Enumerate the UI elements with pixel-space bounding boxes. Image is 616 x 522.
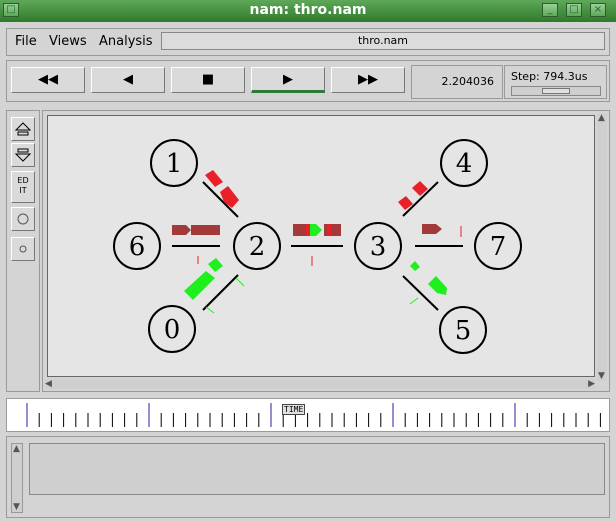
rewind-icon: ◀◀	[38, 72, 58, 87]
packet	[306, 224, 310, 236]
monitor-scrollbar[interactable]: ▲ ▼	[11, 443, 23, 513]
packet	[208, 258, 223, 272]
zoom-in-icon	[14, 122, 32, 136]
circle-small-icon	[19, 245, 27, 253]
packet	[220, 186, 239, 208]
back-icon: ◀	[123, 72, 133, 87]
step-label: Step: 794.3us	[511, 70, 588, 83]
node-label: 4	[456, 149, 473, 179]
circle-large-icon	[17, 213, 29, 225]
packet	[205, 170, 223, 187]
step-back-button[interactable]: ◀	[91, 67, 165, 93]
stop-icon: ■	[201, 72, 215, 87]
stop-button[interactable]: ■	[171, 67, 245, 93]
minimize-button[interactable]: _	[542, 3, 558, 17]
rewind-button[interactable]: ◀◀	[11, 67, 85, 93]
packet	[410, 261, 420, 271]
packet	[191, 225, 220, 235]
node-label: 3	[370, 232, 387, 262]
scroll-left-icon[interactable]: ◀	[45, 379, 52, 389]
horizontal-scrollbar[interactable]: ◀ ▶	[45, 379, 595, 389]
packet	[310, 224, 322, 236]
scroll-down-icon[interactable]: ▼	[13, 502, 20, 512]
edit-label: EDIT	[17, 176, 29, 195]
node-label: 2	[249, 232, 266, 262]
node-3[interactable]: 3	[354, 222, 402, 270]
node-label: 1	[166, 149, 183, 179]
node-5[interactable]: 5	[439, 306, 487, 354]
node-0[interactable]: 0	[148, 305, 196, 353]
timeline-ticks	[26, 403, 601, 427]
network-graph: 1 6 2 0 3 4 7 5	[113, 139, 522, 354]
play-button[interactable]: ▶	[251, 67, 325, 93]
packet-trace	[235, 277, 245, 287]
node-label: 7	[490, 232, 507, 262]
playback-controls: ◀◀ ◀ ■ ▶ ▶▶ 2.204036 Step: 794.3us	[6, 60, 610, 102]
node-7[interactable]: 7	[474, 222, 522, 270]
window-title: nam: thro.nam	[249, 2, 367, 18]
maximize-button[interactable]: □	[566, 3, 582, 17]
node-1[interactable]: 1	[150, 139, 198, 187]
node-label: 0	[164, 315, 181, 345]
zoom-out-button[interactable]	[11, 143, 35, 167]
close-button[interactable]: ×	[590, 3, 606, 17]
node-4[interactable]: 4	[440, 139, 488, 187]
tool-column: EDIT	[6, 110, 40, 392]
zoom-in-button[interactable]	[11, 117, 35, 141]
monitor-panel: ▲ ▼	[6, 436, 610, 518]
step-slider[interactable]	[511, 86, 601, 96]
fast-forward-button[interactable]: ▶▶	[331, 67, 405, 93]
node-6[interactable]: 6	[113, 222, 161, 270]
title-bar: □ nam: thro.nam _ □ ×	[0, 0, 616, 22]
menu-views[interactable]: Views	[49, 34, 87, 49]
fast-forward-icon: ▶▶	[358, 72, 378, 87]
packet	[428, 276, 447, 295]
packet	[293, 224, 308, 236]
packet	[184, 271, 215, 300]
edit-button[interactable]: EDIT	[11, 171, 35, 203]
menu-bar: File Views Analysis thro.nam	[6, 28, 610, 56]
network-canvas[interactable]: 1 6 2 0 3 4 7 5	[47, 115, 595, 377]
large-circle-button[interactable]	[11, 207, 35, 231]
animation-area: 1 6 2 0 3 4 7 5 ▲ ▼ ◀ ▶	[42, 110, 610, 392]
node-2[interactable]: 2	[233, 222, 281, 270]
scroll-up-icon[interactable]: ▲	[598, 113, 605, 123]
small-circle-button[interactable]	[11, 237, 35, 261]
packet-trace	[409, 297, 419, 305]
close-icon: ×	[593, 4, 603, 15]
minimize-icon: _	[547, 4, 553, 15]
packet-trace	[205, 306, 215, 314]
monitor-area[interactable]	[29, 443, 605, 495]
step-control: Step: 794.3us	[504, 65, 607, 99]
scroll-right-icon[interactable]: ▶	[588, 379, 595, 389]
current-time: 2.204036	[411, 65, 503, 99]
vertical-scrollbar[interactable]: ▲ ▼	[597, 113, 607, 381]
packet	[327, 224, 331, 236]
step-slider-handle[interactable]	[542, 88, 570, 94]
timeline[interactable]: TIME	[6, 398, 610, 432]
zoom-out-icon	[14, 148, 32, 162]
packet	[172, 225, 191, 235]
packet	[422, 224, 442, 234]
scroll-up-icon[interactable]: ▲	[13, 444, 20, 454]
scroll-down-icon[interactable]: ▼	[598, 371, 605, 381]
node-label: 6	[129, 232, 146, 262]
node-label: 5	[455, 316, 472, 346]
maximize-icon: □	[569, 4, 579, 15]
menu-analysis[interactable]: Analysis	[99, 34, 153, 49]
menu-file[interactable]: File	[15, 34, 37, 49]
packet	[324, 224, 341, 236]
time-marker[interactable]: TIME	[282, 404, 306, 415]
play-icon: ▶	[283, 72, 293, 87]
filename-label: thro.nam	[161, 32, 605, 50]
